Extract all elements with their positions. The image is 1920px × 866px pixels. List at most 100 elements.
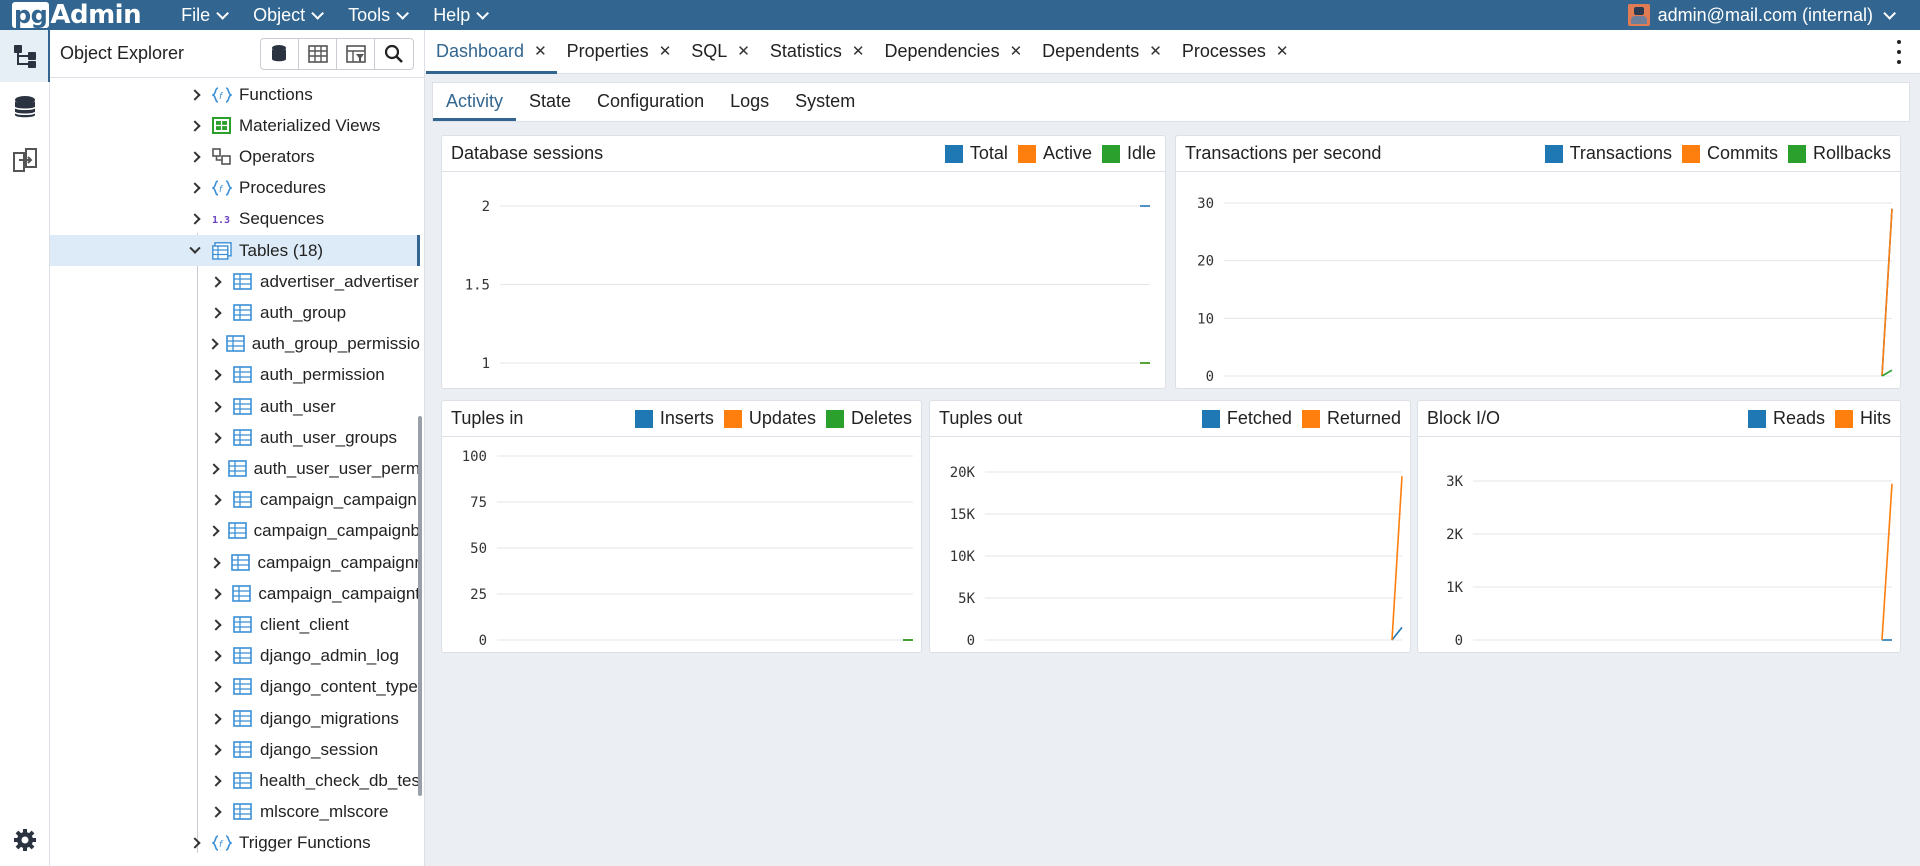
subtab-state[interactable]: State	[516, 81, 584, 121]
menu-help[interactable]: Help	[419, 0, 499, 30]
tab-dependencies[interactable]: Dependencies ✕	[874, 29, 1032, 73]
legend-item-deletes[interactable]: Deletes	[825, 408, 912, 429]
chevron-right-icon[interactable]	[187, 835, 203, 851]
tree-node-table[interactable]: campaign_campaignt	[50, 578, 420, 609]
view-data-button[interactable]	[299, 38, 337, 69]
chevron-right-icon[interactable]	[208, 430, 224, 446]
legend-item-active[interactable]: Active	[1017, 143, 1092, 164]
tree-node-table[interactable]: auth_user	[50, 391, 420, 422]
tree-node-table[interactable]: client_client	[50, 609, 420, 640]
tab-statistics[interactable]: Statistics ✕	[760, 29, 875, 73]
tree-node-table[interactable]: campaign_campaignr	[50, 547, 420, 578]
close-icon[interactable]: ✕	[737, 42, 750, 60]
chevron-right-icon[interactable]	[208, 742, 224, 758]
tree-node-procedures[interactable]: f Procedures	[50, 173, 420, 204]
tree-node-table[interactable]: auth_group_permissio	[50, 329, 420, 360]
chevron-right-icon[interactable]	[187, 211, 203, 227]
query-tool-button[interactable]	[261, 38, 299, 69]
legend-item-idle[interactable]: Idle	[1101, 143, 1156, 164]
tree-node-table[interactable]: django_session	[50, 734, 420, 765]
tree-node-table[interactable]: auth_group	[50, 297, 420, 328]
chevron-right-icon[interactable]	[208, 523, 220, 539]
legend-item-rollbacks[interactable]: Rollbacks	[1787, 143, 1891, 164]
object-explorer-rail-button[interactable]	[0, 30, 50, 82]
legend-item-commits[interactable]: Commits	[1681, 143, 1778, 164]
legend-item-hits[interactable]: Hits	[1835, 408, 1891, 429]
chevron-right-icon[interactable]	[208, 773, 224, 789]
chart-plot: 21.51	[465, 199, 1150, 372]
tree-node-table[interactable]: auth_user_groups	[50, 422, 420, 453]
chevron-right-icon[interactable]	[187, 87, 203, 103]
legend-item-transactions[interactable]: Transactions	[1544, 143, 1672, 164]
chevron-right-icon[interactable]	[208, 305, 224, 321]
chevron-right-icon[interactable]	[208, 617, 224, 633]
close-icon[interactable]: ✕	[1149, 42, 1162, 60]
chevron-right-icon[interactable]	[187, 149, 203, 165]
tree-node-trigger-functions[interactable]: f Trigger Functions	[50, 828, 420, 859]
tree-node-table[interactable]: campaign_campaignb	[50, 516, 420, 547]
tree-node-tables-18[interactable]: Tables (18)	[50, 235, 420, 266]
close-icon[interactable]: ✕	[852, 42, 865, 60]
chevron-down-icon[interactable]	[187, 242, 203, 259]
chevron-right-icon[interactable]	[208, 367, 224, 383]
chevron-right-icon[interactable]	[208, 679, 224, 695]
tree-node-sequences[interactable]: 1.3 Sequences	[50, 204, 420, 235]
legend-item-updates[interactable]: Updates	[723, 408, 816, 429]
legend-item-returned[interactable]: Returned	[1301, 408, 1401, 429]
tree-node-table[interactable]: django_migrations	[50, 703, 420, 734]
menu-tools[interactable]: Tools	[334, 0, 419, 30]
tree-node-table[interactable]: django_content_type	[50, 672, 420, 703]
chevron-right-icon[interactable]	[208, 586, 223, 602]
tab-dependents[interactable]: Dependents ✕	[1032, 29, 1172, 73]
chevron-right-icon[interactable]	[208, 804, 224, 820]
tree-node-table[interactable]: campaign_campaign	[50, 485, 420, 516]
tree-scrollbar[interactable]	[418, 416, 422, 796]
tree-node-table[interactable]: auth_user_user_perm	[50, 453, 420, 484]
tree-node-table[interactable]: auth_permission	[50, 360, 420, 391]
legend-swatch	[1544, 144, 1563, 163]
pgadmin-logo[interactable]: pg Admin	[0, 0, 142, 30]
chevron-right-icon[interactable]	[207, 336, 219, 352]
chevron-right-icon[interactable]	[208, 399, 224, 415]
filter-rows-button[interactable]	[337, 38, 375, 69]
legend-item-inserts[interactable]: Inserts	[634, 408, 714, 429]
more-options-icon[interactable]	[1896, 40, 1902, 64]
subtab-activity[interactable]: Activity	[433, 81, 517, 121]
tab-sql[interactable]: SQL ✕	[681, 29, 760, 73]
chevron-right-icon[interactable]	[208, 461, 220, 477]
menu-object[interactable]: Object	[239, 0, 334, 30]
tree-node-table[interactable]: django_admin_log	[50, 641, 420, 672]
chevron-right-icon[interactable]	[187, 180, 203, 196]
close-icon[interactable]: ✕	[534, 42, 547, 60]
user-menu[interactable]: admin@mail.com (internal)	[1627, 0, 1896, 30]
chevron-right-icon[interactable]	[208, 274, 224, 290]
schema-diff-rail-button[interactable]	[0, 134, 50, 186]
close-icon[interactable]: ✕	[659, 42, 672, 60]
subtab-configuration[interactable]: Configuration	[584, 81, 717, 121]
tree-node-table[interactable]: health_check_db_tes	[50, 765, 420, 796]
chevron-right-icon[interactable]	[208, 711, 224, 727]
close-icon[interactable]: ✕	[1276, 42, 1289, 60]
subtab-logs[interactable]: Logs	[717, 81, 782, 121]
chevron-right-icon[interactable]	[208, 555, 223, 571]
tab-processes[interactable]: Processes ✕	[1172, 29, 1299, 73]
subtab-system[interactable]: System	[782, 81, 868, 121]
tab-properties[interactable]: Properties ✕	[557, 29, 682, 73]
chevron-right-icon[interactable]	[187, 118, 203, 134]
legend-item-fetched[interactable]: Fetched	[1201, 408, 1292, 429]
tree-node-materialized-views[interactable]: Materialized Views	[50, 110, 420, 141]
query-tool-rail-button[interactable]	[0, 82, 50, 134]
menu-file[interactable]: File	[167, 0, 239, 30]
tree-node-table[interactable]: advertiser_advertiser	[50, 266, 420, 297]
close-icon[interactable]: ✕	[1010, 42, 1023, 60]
tab-dashboard[interactable]: Dashboard ✕	[426, 29, 557, 74]
chevron-right-icon[interactable]	[208, 492, 224, 508]
legend-item-total[interactable]: Total	[944, 143, 1008, 164]
legend-item-reads[interactable]: Reads	[1747, 408, 1825, 429]
tree-node-functions[interactable]: f Functions	[50, 79, 420, 110]
search-objects-button[interactable]	[375, 39, 413, 69]
settings-rail-button[interactable]	[0, 814, 50, 866]
chevron-right-icon[interactable]	[208, 648, 224, 664]
tree-node-table[interactable]: mlscore_mlscore	[50, 797, 420, 828]
tree-node-operators[interactable]: Operators	[50, 141, 420, 172]
